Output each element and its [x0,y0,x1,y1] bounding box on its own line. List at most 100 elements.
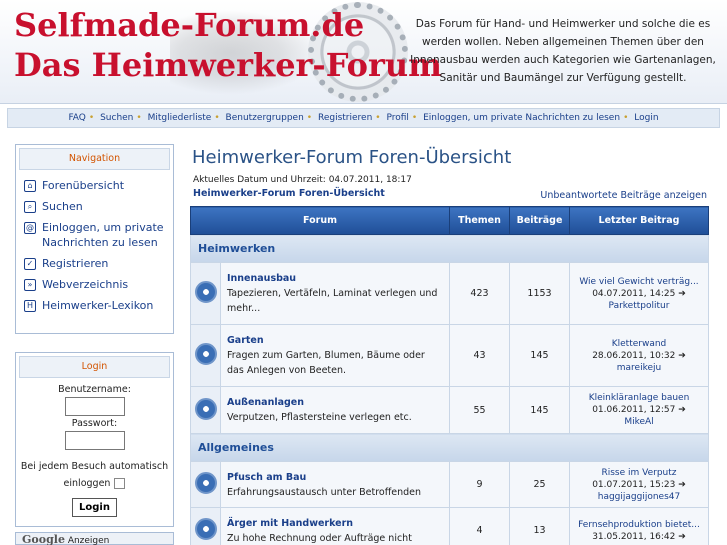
nav-register[interactable]: Registrieren [318,113,372,123]
forum-icon [194,343,217,365]
category-row: Allgemeines [190,433,709,462]
last-post-title[interactable]: Wie viel Gewicht verträg... [572,276,706,288]
register-icon: ✓ [24,258,36,270]
last-post-user[interactable]: mareikeju [572,362,706,374]
site-logo-line1[interactable]: Selfmade-Forum.de [14,6,364,44]
col-forum: Forum [190,206,450,235]
col-posts: Beiträge [509,206,570,235]
search-icon: ⌕ [24,201,36,213]
google-ads-bar: Google Anzeigen [15,532,174,545]
unanswered-posts-link[interactable]: Unbeantwortete Beiträge anzeigen [540,190,707,201]
sidebar-item-suchen[interactable]: ⌕ Suchen [16,196,173,217]
table-header: Forum Themen Beiträge Letzter Beitrag [190,206,709,235]
last-post-date: 04.07.2011, 14:25 [592,288,676,299]
nav-usergroups[interactable]: Benutzergruppen [226,113,304,123]
topics-count: 55 [449,386,510,434]
forum-description: Zu hohe Rechnung oder Aufträge nicht [227,532,412,544]
breadcrumb[interactable]: Heimwerker-Forum Foren-Übersicht [193,188,385,199]
goto-post-icon[interactable]: ➔ [678,480,686,490]
username-field[interactable] [64,397,125,416]
top-navigation: FAQ • Suchen • Mitgliederliste • Benutzergr… [7,108,720,128]
sidebar-item-label: Forenübersicht [42,179,125,192]
password-field[interactable] [64,431,125,450]
nav-search[interactable]: Suchen [100,113,133,123]
sidebar-nav-title: Navigation [19,148,170,170]
forum-description: Verputzen, Pflastersteine verlegen etc. [227,412,412,423]
home-icon: ⌂ [24,180,36,192]
posts-count: 145 [509,386,570,434]
login-button[interactable]: Login [72,498,117,517]
page-title: Heimwerker-Forum Foren-Übersicht [192,147,512,168]
forum-table: Forum Themen Beiträge Letzter Beitrag He… [190,206,709,545]
table-row: Pfusch am Bau Erfahrungsaustausch unter … [190,461,709,508]
lexicon-icon: H [24,300,36,312]
topics-count: 43 [449,324,510,387]
nav-private-messages[interactable]: Einloggen, um private Nachrichten zu les… [423,113,620,123]
category-allgemeines[interactable]: Allgemeines [190,433,709,462]
last-post-title[interactable]: Kletterwand [572,338,706,350]
sidebar-login-title: Login [19,356,170,378]
auto-login-row: Bei jedem Besuch automatisch einloggen [16,458,173,492]
username-label: Benutzername: [58,384,131,395]
table-row: Außenanlagen Verputzen, Pflastersteine v… [190,386,709,434]
goto-post-icon[interactable]: ➔ [678,351,686,361]
forum-icon [194,472,217,494]
sidebar-item-forenuebersicht[interactable]: ⌂ Forenübersicht [16,175,173,196]
last-post-user[interactable]: Parkettpolitur [572,300,706,312]
message-icon: @ [24,222,36,234]
forum-link[interactable]: Garten [227,333,443,348]
directory-icon: » [24,279,36,291]
google-logo: Google [22,533,65,545]
last-post-title[interactable]: Risse im Verputz [572,467,706,479]
topics-count: 9 [449,461,510,508]
last-post-date: 01.07.2011, 15:23 [592,479,676,490]
last-post-date: 28.06.2011, 10:32 [592,350,676,361]
goto-post-icon[interactable]: ➔ [678,289,686,299]
forum-description: Erfahrungsaustausch unter Betroffenden [227,486,422,498]
sidebar-item-label: Webverzeichnis [42,278,129,291]
goto-post-icon[interactable]: ➔ [678,405,686,415]
posts-count: 25 [509,461,570,508]
google-ads-label[interactable]: Anzeigen [68,536,110,545]
col-last-post: Letzter Beitrag [569,206,709,235]
auto-login-checkbox[interactable] [114,478,126,489]
nav-login[interactable]: Login [634,113,658,123]
forum-link[interactable]: Pfusch am Bau [227,470,443,485]
last-post-title[interactable]: Fernsehproduktion bietet... [572,519,706,531]
forum-link[interactable]: Außenanlagen [227,395,443,410]
nav-faq[interactable]: FAQ [68,113,85,123]
forum-description: Fragen zum Garten, Blumen, Bäume oder da… [227,350,425,376]
sidebar-item-label: Einloggen, um private Nachrichten zu les… [42,221,164,249]
forum-description: Tapezieren, Vertäfeln, Laminat verlegen … [227,288,438,314]
site-logo-line2[interactable]: Das Heimwerker-Forum [14,46,442,84]
current-date: Aktuelles Datum und Uhrzeit: 04.07.2011,… [193,175,412,185]
sidebar-item-messages[interactable]: @ Einloggen, um private Nachrichten zu l… [16,217,173,253]
table-row: Ärger mit Handwerkern Zu hohe Rechnung o… [190,507,709,545]
nav-memberlist[interactable]: Mitgliederliste [148,113,212,123]
last-post-user[interactable]: MikeAl [572,416,706,428]
posts-count: 1153 [509,262,570,325]
password-label: Passwort: [71,418,118,429]
auto-login-label: Bei jedem Besuch automatisch einloggen [20,461,169,489]
sidebar-item-lexikon[interactable]: H Heimwerker-Lexikon [16,295,173,316]
col-topics: Themen [449,206,510,235]
goto-post-icon[interactable]: ➔ [678,532,686,542]
category-row: Heimwerken [190,234,709,263]
sidebar-item-label: Registrieren [42,257,109,270]
sidebar-item-registrieren[interactable]: ✓ Registrieren [16,253,173,274]
sidebar-item-webverzeichnis[interactable]: » Webverzeichnis [16,274,173,295]
last-post-date: 31.05.2011, 16:42 [592,531,676,542]
forum-link[interactable]: Ärger mit Handwerkern [227,516,443,531]
sidebar-login: Login Benutzername: Passwort: Bei jedem … [15,352,174,527]
forum-icon [194,518,217,540]
sidebar-navigation: Navigation ⌂ Forenübersicht ⌕ Suchen @ E… [15,144,174,334]
category-heimwerken[interactable]: Heimwerken [190,234,709,263]
forum-icon [194,397,217,420]
login-form: Benutzername: Passwort: Bei jedem Besuch… [16,384,173,517]
posts-count: 145 [509,324,570,387]
sidebar-item-label: Heimwerker-Lexikon [42,299,154,312]
last-post-user[interactable]: haggijaggijones47 [572,491,706,503]
nav-profile[interactable]: Profil [386,113,408,123]
forum-link[interactable]: Innenausbau [227,271,443,286]
last-post-title[interactable]: Kleinkläranlage bauen [572,392,706,404]
